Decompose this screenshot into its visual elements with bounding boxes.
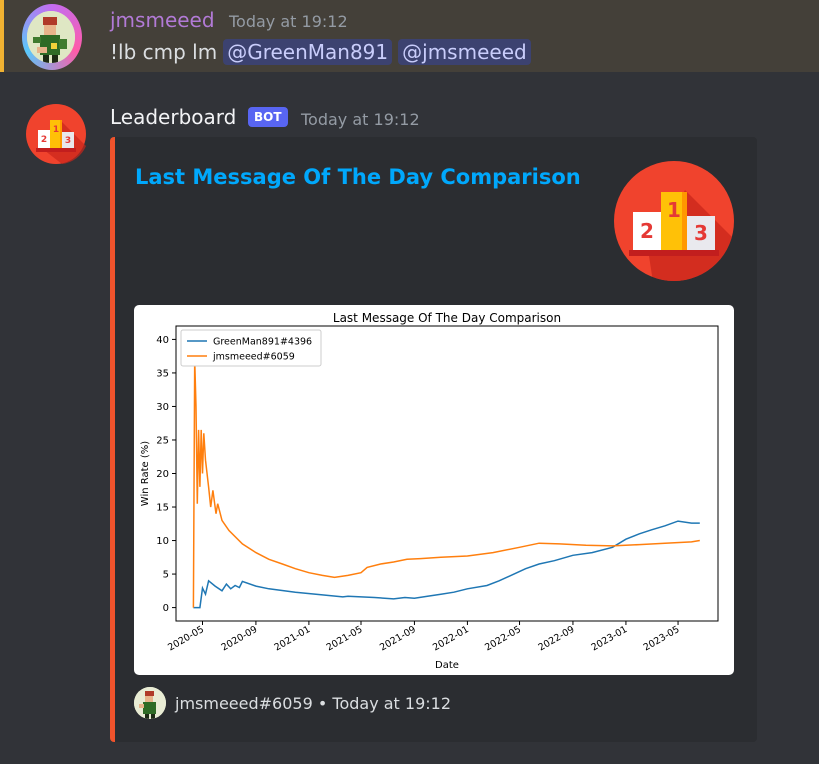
y-tick-label: 0 [163, 603, 169, 614]
podium-icon: 1 2 3 [614, 161, 734, 281]
x-tick-label: 2023-01 [590, 624, 630, 653]
x-tick-label: 2022-09 [537, 624, 577, 653]
svg-text:3: 3 [65, 136, 71, 146]
chart-title: Last Message Of The Day Comparison [333, 311, 561, 325]
line-chart: Last Message Of The Day Comparison 0 5 10 15… [140, 311, 719, 671]
y-tick-label: 15 [156, 503, 169, 514]
bot-avatar[interactable]: 1 2 3 [26, 104, 86, 164]
plot-frame [175, 325, 719, 622]
x-tick-label: 2020-05 [166, 624, 206, 653]
series-line-0 [193, 520, 700, 609]
embed: Last Message Of The Day Comparison 1 2 3… [110, 137, 757, 742]
y-tick-label: 35 [156, 368, 169, 379]
command-text: !lb cmp lm [110, 40, 218, 64]
x-tick-label: 2023-05 [642, 624, 682, 653]
y-tick-label: 30 [156, 402, 169, 413]
footer-avatar [134, 687, 166, 719]
x-tick-label: 2020-09 [220, 624, 260, 653]
avatar-image [27, 11, 75, 63]
svg-text:2: 2 [41, 135, 47, 145]
y-axis-label: Win Rate (%) [140, 441, 151, 506]
user-message: jmsmeeed Today at 19:12 !lb cmp lm @Gree… [0, 0, 819, 72]
x-tick-label: 2021-09 [378, 624, 418, 653]
mention-greenman[interactable]: @GreenMan891 [223, 39, 393, 65]
x-tick-label: 2022-05 [483, 624, 523, 653]
timestamp[interactable]: Today at 19:12 [229, 12, 348, 31]
embed-footer: jmsmeeed#6059 • Today at 19:12 [175, 694, 451, 713]
x-tick-label: 2021-01 [273, 624, 313, 653]
footer-separator: • [317, 694, 328, 713]
bot-username[interactable]: Leaderboard [110, 105, 236, 129]
podium-third-label: 3 [694, 221, 708, 245]
bot-tag: BOT [248, 107, 288, 127]
series-line-1 [192, 359, 700, 608]
mention-jmsmeeed[interactable]: @jmsmeeed [398, 39, 531, 65]
user-avatar[interactable] [22, 4, 82, 70]
x-axis-label: Date [435, 660, 459, 671]
legend-label: GreenMan891#4396 [213, 337, 312, 348]
y-tick-label: 10 [156, 536, 169, 547]
mention-highlight-bar [0, 0, 4, 72]
embed-title: Last Message Of The Day Comparison [135, 165, 581, 189]
y-tick-label: 25 [156, 435, 169, 446]
chart-image[interactable]: Last Message Of The Day Comparison 0 5 10 15… [134, 305, 734, 675]
podium-second-label: 2 [640, 219, 654, 243]
y-tick-label: 40 [156, 335, 169, 346]
username[interactable]: jmsmeeed [110, 8, 215, 32]
message-content: !lb cmp lm @GreenMan891 @jmsmeeed [110, 39, 531, 65]
footer-time: Today at 19:12 [332, 694, 452, 713]
x-tick-label: 2021-05 [325, 624, 365, 653]
bot-timestamp[interactable]: Today at 19:12 [301, 110, 420, 129]
y-tick-label: 20 [156, 469, 169, 480]
podium-icon: 1 2 3 [26, 104, 86, 164]
y-tick-label: 5 [163, 570, 169, 581]
soldier-icon [27, 11, 75, 63]
x-tick-label: 2022-01 [431, 624, 471, 653]
legend-label: jmsmeeed#6059 [212, 352, 295, 363]
embed-thumbnail[interactable]: 1 2 3 [613, 160, 735, 282]
embed-accent-bar [110, 137, 115, 742]
podium-first-label: 1 [667, 198, 681, 222]
svg-text:1: 1 [53, 125, 59, 135]
soldier-icon [134, 687, 166, 719]
footer-author: jmsmeeed#6059 [175, 694, 313, 713]
